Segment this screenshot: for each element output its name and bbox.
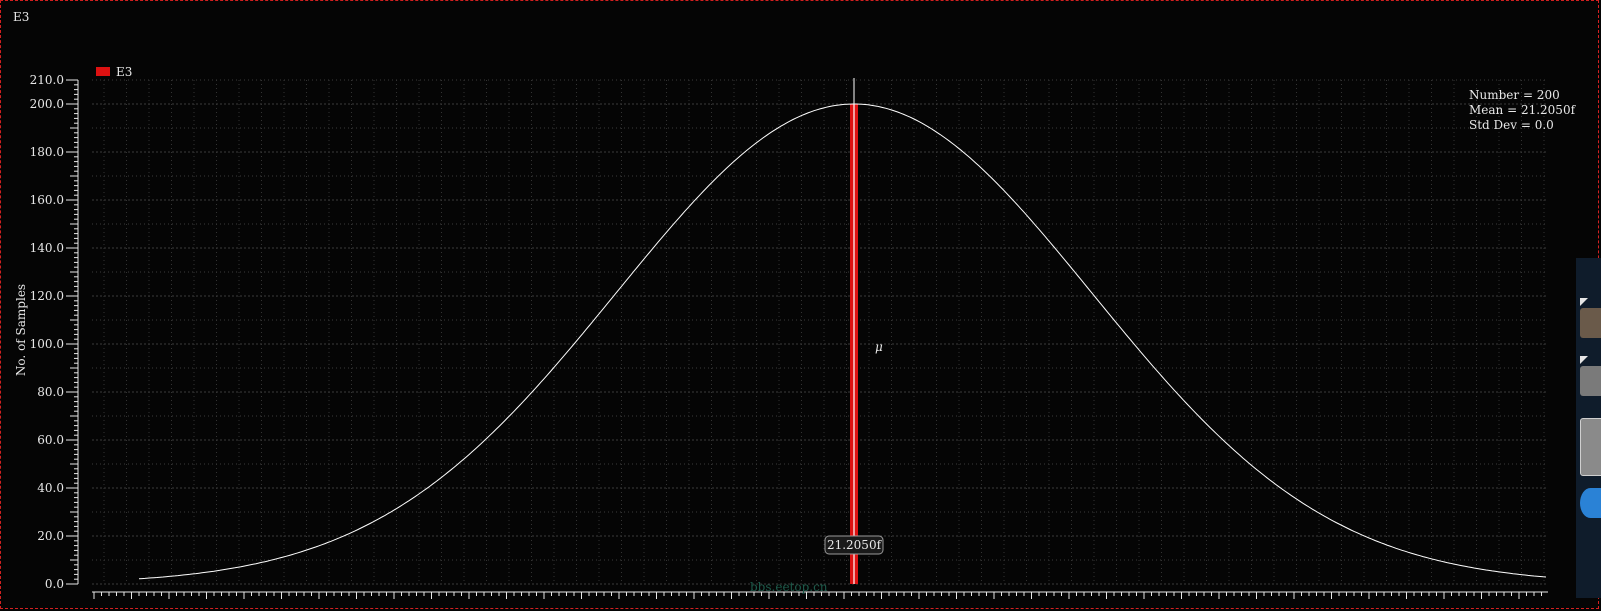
thumbnail-4[interactable] bbox=[1580, 488, 1601, 518]
y-tick-label: 200.0 bbox=[30, 97, 64, 111]
statistics-box: Number = 200 Mean = 21.2050f Std Dev = 0… bbox=[1469, 88, 1577, 132]
side-panel[interactable] bbox=[1576, 258, 1601, 598]
y-tick-label: 120.0 bbox=[30, 289, 64, 303]
y-tick-label: 40.0 bbox=[37, 481, 64, 495]
y-tick-label: 100.0 bbox=[30, 337, 64, 351]
y-axis-label: No. of Samples bbox=[14, 284, 28, 376]
y-tick-label: 80.0 bbox=[37, 385, 64, 399]
thumbnail-3[interactable] bbox=[1580, 418, 1601, 476]
legend-label-e3: E3 bbox=[116, 65, 132, 79]
mean-symbol: μ bbox=[875, 340, 883, 354]
y-tick-label: 180.0 bbox=[30, 145, 64, 159]
legend-swatch-e3 bbox=[96, 67, 110, 76]
y-tick-label: 0.0 bbox=[45, 577, 64, 591]
mean-value-label: 21.2050f bbox=[824, 535, 884, 555]
thumbnail-1[interactable] bbox=[1580, 308, 1601, 338]
stat-number: Number = 200 bbox=[1469, 88, 1560, 102]
stat-std-dev: Std Dev = 0.0 bbox=[1469, 118, 1554, 132]
y-tick-label: 20.0 bbox=[37, 529, 64, 543]
thumbnail-2[interactable] bbox=[1580, 366, 1601, 396]
watermark: bbs.eetop.cn bbox=[750, 580, 828, 594]
y-tick-label: 210.0 bbox=[30, 73, 64, 87]
legend[interactable]: E3 bbox=[96, 65, 132, 79]
normal-fit-curve bbox=[138, 103, 1547, 580]
y-tick-label: 140.0 bbox=[30, 241, 64, 255]
flag-icon bbox=[1580, 356, 1588, 364]
mean-value-text: 21.2050f bbox=[827, 538, 883, 552]
y-tick-label: 160.0 bbox=[30, 193, 64, 207]
y-tick-label: 60.0 bbox=[37, 433, 64, 447]
stat-mean: Mean = 21.2050f bbox=[1469, 103, 1577, 117]
y-axis: 0.0 20.0 40.0 60.0 80.0 100.0 120.0 140.0 160.0 1… bbox=[30, 73, 79, 591]
flag-icon bbox=[1580, 298, 1588, 306]
grid-lines bbox=[92, 79, 1548, 585]
histogram-chart[interactable]: 0.0 20.0 40.0 60.0 80.0 100.0 120.0 140.0 160.0 1… bbox=[0, 0, 1601, 611]
